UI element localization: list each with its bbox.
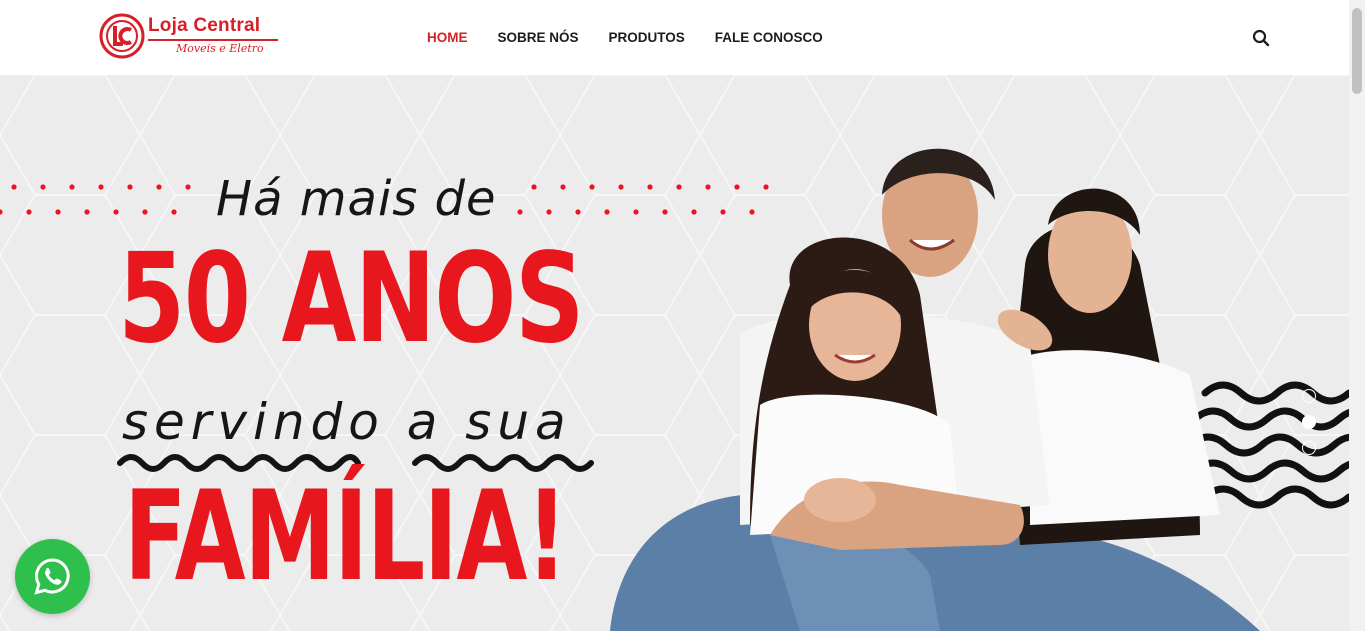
nav-fale-conosco[interactable]: FALE CONOSCO bbox=[700, 28, 838, 47]
search-icon[interactable] bbox=[1252, 29, 1270, 47]
main-nav: HOME SOBRE NÓS PRODUTOS FALE CONOSCO bbox=[412, 28, 838, 47]
lc-logo-icon bbox=[99, 13, 145, 59]
slider-pagination bbox=[1302, 389, 1318, 467]
hero-line-3: servindo a sua bbox=[122, 393, 572, 451]
hero-line-4: FAMÍLIA! bbox=[124, 465, 568, 609]
hero-banner: Há mais de 50 ANOS servindo a sua FAMÍLI… bbox=[0, 75, 1349, 631]
nav-produtos[interactable]: PRODUTOS bbox=[594, 28, 700, 47]
whatsapp-button[interactable] bbox=[15, 539, 90, 614]
logo-underline bbox=[148, 39, 278, 41]
hero-line-1: Há mais de bbox=[216, 171, 497, 227]
scrollbar-thumb[interactable] bbox=[1352, 8, 1362, 94]
nav-home[interactable]: HOME bbox=[412, 28, 483, 47]
whatsapp-icon bbox=[34, 558, 70, 595]
family-photo bbox=[610, 148, 1260, 631]
hero-line-2: 50 ANOS bbox=[118, 227, 585, 371]
logo-name: Loja Central bbox=[148, 15, 261, 36]
slider-dot-2[interactable] bbox=[1302, 415, 1316, 429]
brand-logo[interactable]: Loja Central Moveis e Eletro bbox=[98, 12, 288, 62]
slider-dot-3[interactable] bbox=[1302, 441, 1316, 455]
page-scrollbar[interactable] bbox=[1349, 0, 1365, 631]
slider-dot-1[interactable] bbox=[1302, 389, 1316, 403]
logo-tagline: Moveis e Eletro bbox=[176, 42, 264, 55]
site-header: Loja Central Moveis e Eletro HOME SOBRE … bbox=[0, 0, 1349, 75]
nav-sobre-nos[interactable]: SOBRE NÓS bbox=[483, 28, 594, 47]
